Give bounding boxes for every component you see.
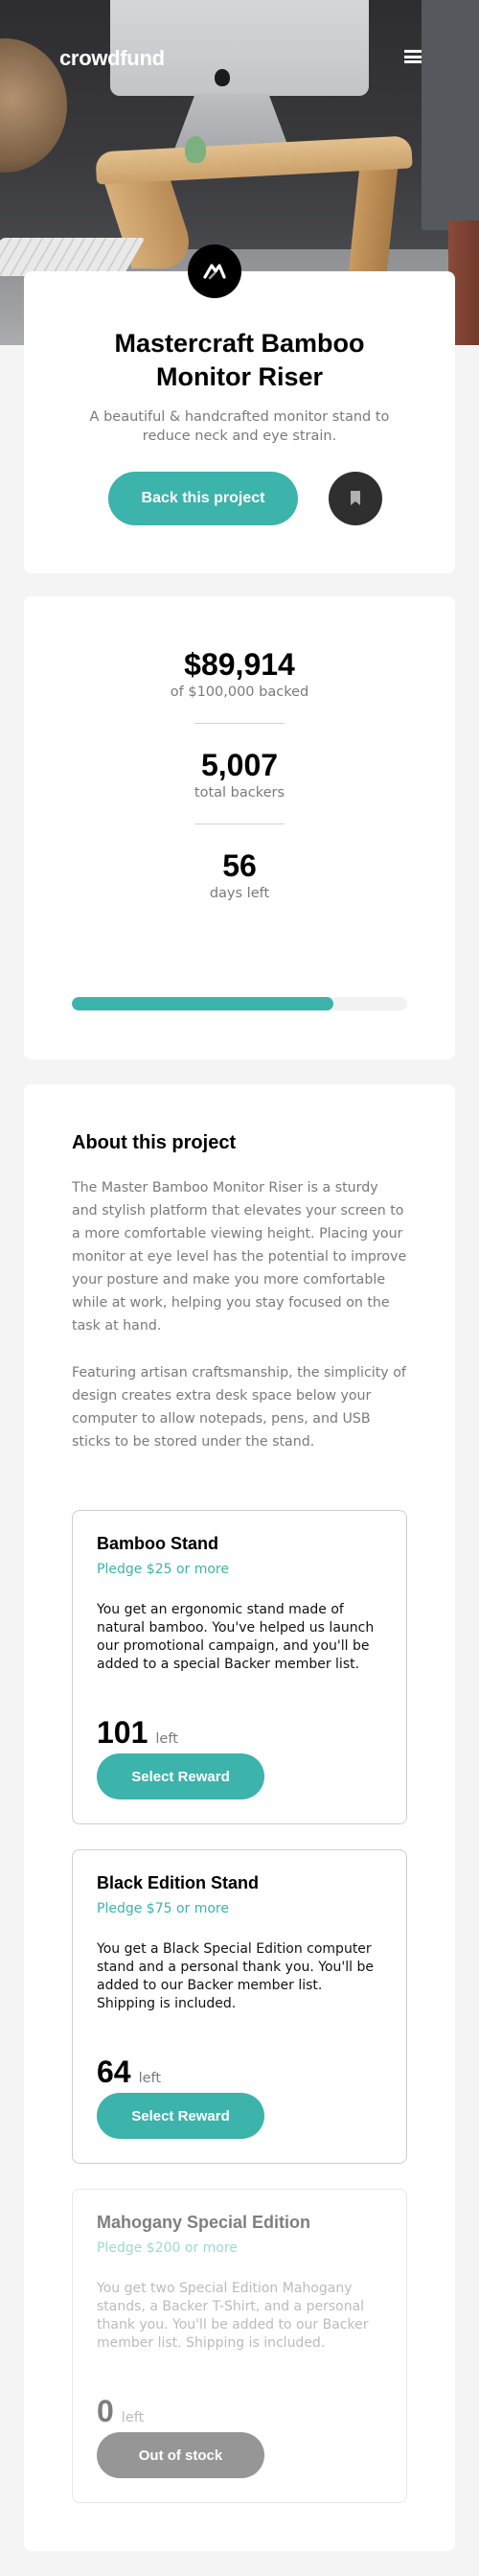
about-paragraph: The Master Bamboo Monitor Riser is a stu…: [72, 1180, 407, 1334]
bookmark-icon: [351, 491, 360, 505]
reward-description: You get two Special Edition Mahogany sta…: [97, 2281, 369, 2351]
stat-backers: 5,007 total backers: [24, 748, 455, 801]
stat-divider: [194, 723, 285, 724]
out-of-stock-button: Out of stock: [97, 2432, 264, 2478]
reward-stock: 0 left: [97, 2394, 144, 2429]
reward-name: Black Edition Stand: [97, 1873, 260, 1892]
mastercraft-logo-icon: [188, 244, 241, 298]
reward-name: Bamboo Stand: [97, 1534, 219, 1553]
reward-name: Mahogany Special Edition: [97, 2213, 311, 2232]
reward-left-label: left: [155, 1731, 178, 1747]
reward-count: 101: [97, 1715, 148, 1750]
project-intro-card: Mastercraft Bamboo Monitor Riser A beaut…: [24, 271, 455, 573]
back-project-button[interactable]: Back this project: [108, 472, 298, 525]
hero-figurine: [185, 136, 206, 163]
reward-pledge: Pledge $25 or more: [97, 1562, 229, 1577]
stat-backers-value: 5,007: [200, 748, 279, 782]
reward-left-label: left: [121, 2410, 145, 2425]
reward-pledge: Pledge $200 or more: [97, 2240, 238, 2256]
stat-backed-value: $89,914: [184, 647, 295, 682]
menu-bar: [404, 60, 422, 63]
reward-pledge: Pledge $75 or more: [97, 1901, 229, 1916]
about-title: About this project: [72, 1132, 237, 1153]
progress-fill: [72, 997, 333, 1010]
project-title: Mastercraft Bamboo Monitor Riser: [114, 329, 365, 391]
reward-stock: 64 left: [97, 2054, 161, 2090]
about-card: About this project The Master Bamboo Mon…: [24, 1084, 455, 2551]
stat-days-label: days left: [209, 886, 270, 901]
reward-description: You get an ergonomic stand made of natur…: [97, 1602, 375, 1672]
bookmark-button[interactable]: [329, 472, 382, 525]
stat-backers-label: total backers: [194, 785, 285, 801]
mastercraft-logo-svg: [203, 264, 226, 280]
reward-count: 64: [97, 2054, 131, 2089]
menu-bar: [404, 55, 422, 58]
logo[interactable]: crowdfund: [59, 46, 165, 71]
progress-bar: [72, 997, 407, 1010]
stat-days-value: 56: [222, 848, 257, 883]
stats-card: $89,914 of $100,000 backed 5,007 total b…: [24, 596, 455, 1059]
reward-description: You get a Black Special Edition computer…: [97, 1941, 375, 2011]
menu-bar: [404, 50, 422, 53]
reward-stock: 101 left: [97, 1715, 178, 1751]
project-subtitle: A beautiful & handcrafted monitor stand …: [89, 409, 390, 444]
hero-keyboard: [0, 238, 146, 276]
site-header: crowdfund: [0, 0, 479, 115]
reward-card-mahogany: Mahogany Special Edition Pledge $200 or …: [72, 2189, 407, 2503]
reward-left-label: left: [138, 2071, 162, 2086]
stat-days: 56 days left: [24, 848, 455, 901]
select-reward-button[interactable]: Select Reward: [97, 1753, 264, 1799]
select-reward-button[interactable]: Select Reward: [97, 2093, 264, 2139]
about-paragraph: Featuring artisan craftsmanship, the sim…: [72, 1365, 406, 1450]
stat-backed: $89,914 of $100,000 backed: [24, 647, 455, 700]
reward-card-bamboo-stand: Bamboo Stand Pledge $25 or more You get …: [72, 1510, 407, 1824]
stat-backed-label: of $100,000 backed: [170, 685, 309, 700]
intro-actions: Back this project: [24, 472, 455, 525]
hamburger-menu-icon[interactable]: [404, 50, 422, 63]
reward-count: 0: [97, 2394, 114, 2428]
reward-card-black-edition: Black Edition Stand Pledge $75 or more Y…: [72, 1849, 407, 2164]
